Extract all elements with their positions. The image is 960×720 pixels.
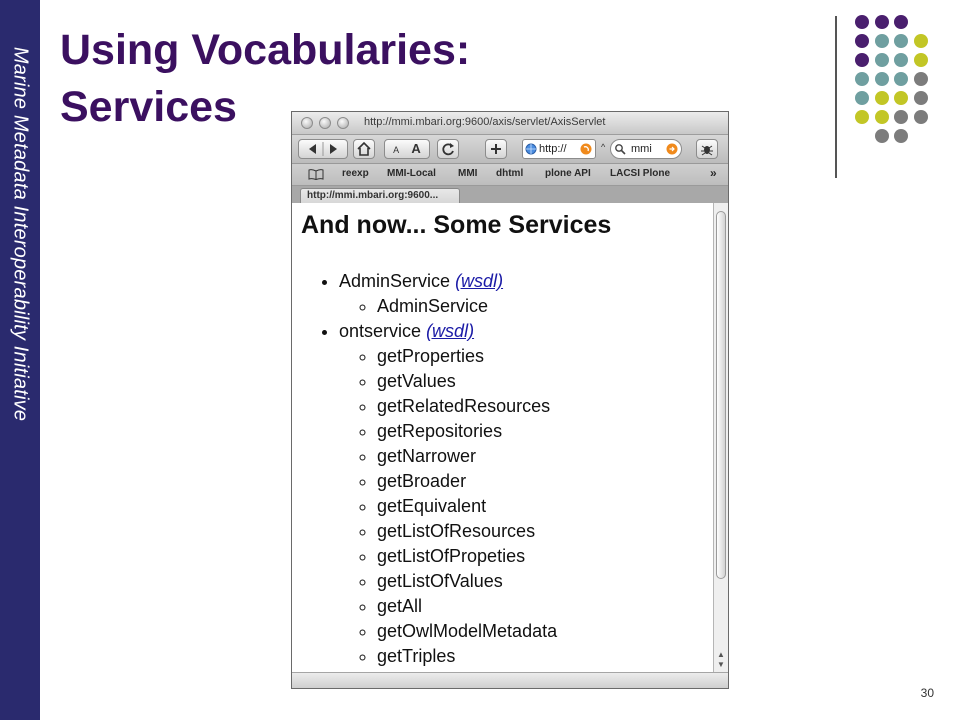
method-item: getListOfPropeties bbox=[377, 544, 557, 569]
decorative-dot bbox=[855, 91, 869, 105]
bookmark-plone-api[interactable]: plone API bbox=[545, 168, 591, 179]
service-name: AdminService bbox=[339, 271, 451, 291]
window-titlebar: http://mmi.mbari.org:9600/axis/servlet/A… bbox=[292, 112, 728, 135]
url-separator-icon: ^ bbox=[601, 142, 606, 152]
decorative-dot bbox=[874, 129, 889, 143]
zoom-window-button[interactable] bbox=[337, 117, 349, 129]
vertical-scroll-thumb[interactable] bbox=[716, 211, 726, 579]
decorative-dot bbox=[894, 129, 908, 143]
decorative-dot bbox=[855, 34, 869, 48]
decorative-dot bbox=[855, 72, 869, 86]
method-item: getListOfResources bbox=[377, 519, 557, 544]
close-window-button[interactable] bbox=[301, 117, 313, 129]
window-title: http://mmi.mbari.org:9600/axis/servlet/A… bbox=[364, 116, 606, 128]
decorative-dot bbox=[894, 53, 908, 67]
text-smaller-button[interactable]: A bbox=[393, 145, 399, 155]
method-item: getListOfValues bbox=[377, 569, 557, 594]
plus-icon bbox=[491, 144, 501, 154]
service-name: ontservice bbox=[339, 321, 422, 341]
method-item: getEquivalent bbox=[377, 494, 557, 519]
decorative-dot bbox=[894, 15, 908, 29]
decorative-dot bbox=[913, 72, 928, 86]
decorative-dot bbox=[874, 53, 889, 67]
text-larger-button[interactable]: A bbox=[411, 141, 420, 156]
decorative-dot bbox=[855, 53, 869, 67]
scroll-down-arrow-icon[interactable]: ▼ bbox=[717, 661, 725, 669]
decorative-dot bbox=[874, 34, 889, 48]
back-arrow-icon[interactable] bbox=[299, 140, 347, 158]
service-item: AdminService (wsdl)AdminService bbox=[339, 269, 557, 319]
horizontal-scrollbar[interactable] bbox=[292, 672, 728, 688]
wsdl-link[interactable]: (wsdl) bbox=[426, 321, 474, 341]
url-value: http:// bbox=[539, 143, 567, 155]
slide-title-line1: Using Vocabularies: bbox=[60, 26, 471, 74]
method-item: getTriples bbox=[377, 644, 557, 669]
decorative-dot bbox=[913, 34, 928, 48]
method-item: getRepositories bbox=[377, 419, 557, 444]
decorative-dot bbox=[913, 110, 928, 124]
text-size-buttons[interactable]: A A bbox=[384, 139, 430, 159]
url-input[interactable]: http:// bbox=[522, 139, 596, 159]
decorative-dot bbox=[874, 72, 889, 86]
method-item: getBroader bbox=[377, 469, 557, 494]
globe-icon bbox=[525, 143, 537, 155]
bookmark-dhtml[interactable]: dhtml bbox=[496, 168, 523, 179]
book-icon[interactable] bbox=[308, 168, 324, 180]
bookmarks-bar: reexp MMI-Local MMI dhtml plone API LACS… bbox=[292, 164, 728, 186]
browser-toolbar: A A http:// ^ mmi bbox=[292, 135, 728, 164]
method-list: getPropertiesgetValuesgetRelatedResource… bbox=[339, 344, 557, 669]
method-item: getProperties bbox=[377, 344, 557, 369]
method-item: getNarrower bbox=[377, 444, 557, 469]
decorative-dot bbox=[874, 15, 889, 29]
rss-icon[interactable] bbox=[580, 143, 592, 155]
reload-icon bbox=[442, 143, 454, 156]
decorative-dot bbox=[874, 110, 889, 124]
vertical-scrollbar[interactable]: ▲ ▼ bbox=[713, 203, 728, 673]
search-input[interactable]: mmi bbox=[610, 139, 682, 159]
bookmark-lacsi-plone[interactable]: LACSI Plone bbox=[610, 168, 670, 179]
home-icon bbox=[357, 141, 371, 156]
method-item: getOwlModelMetadata bbox=[377, 619, 557, 644]
decorative-dot bbox=[913, 53, 928, 67]
side-label-text: Marine Metadata Interoperability Initiat… bbox=[9, 46, 32, 422]
search-go-icon[interactable] bbox=[666, 143, 678, 155]
services-list: AdminService (wsdl)AdminServiceontservic… bbox=[292, 269, 557, 669]
bug-icon bbox=[701, 145, 713, 156]
browser-window: http://mmi.mbari.org:9600/axis/servlet/A… bbox=[291, 111, 729, 689]
method-item: getValues bbox=[377, 369, 557, 394]
decorative-dot bbox=[874, 91, 889, 105]
tab-active[interactable]: http://mmi.mbari.org:9600... bbox=[300, 188, 460, 204]
method-item: getRelatedResources bbox=[377, 394, 557, 419]
bug-report-button[interactable] bbox=[696, 139, 718, 159]
decorative-dot bbox=[894, 91, 908, 105]
decorative-dot bbox=[855, 15, 869, 29]
bookmark-reexp[interactable]: reexp bbox=[342, 168, 369, 179]
scroll-up-arrow-icon[interactable]: ▲ bbox=[717, 651, 725, 659]
service-item: ontservice (wsdl)getPropertiesgetValuesg… bbox=[339, 319, 557, 669]
back-forward-buttons[interactable] bbox=[298, 139, 348, 159]
bookmark-mmi-local[interactable]: MMI-Local bbox=[387, 168, 436, 179]
page-heading: And now... Some Services bbox=[301, 211, 612, 239]
search-icon bbox=[615, 144, 626, 155]
reload-button[interactable] bbox=[437, 139, 459, 159]
add-bookmark-button[interactable] bbox=[485, 139, 507, 159]
bookmarks-overflow-chevron-icon[interactable]: » bbox=[710, 166, 717, 180]
method-item: getAll bbox=[377, 594, 557, 619]
home-button[interactable] bbox=[353, 139, 375, 159]
minimize-window-button[interactable] bbox=[319, 117, 331, 129]
method-item: AdminService bbox=[377, 294, 557, 319]
page-content: And now... Some Services AdminService (w… bbox=[292, 203, 713, 673]
forward-arrow-icon bbox=[330, 144, 337, 154]
wsdl-link[interactable]: (wsdl) bbox=[455, 271, 503, 291]
decorative-dot bbox=[855, 110, 869, 124]
search-value: mmi bbox=[631, 143, 652, 155]
decorative-dot bbox=[894, 72, 908, 86]
decorative-dot bbox=[913, 91, 928, 105]
decorative-dot bbox=[894, 34, 908, 48]
decorative-dot bbox=[894, 110, 908, 124]
slide-number: 30 bbox=[920, 686, 934, 700]
divider-line bbox=[835, 16, 837, 178]
bookmark-mmi[interactable]: MMI bbox=[458, 168, 477, 179]
method-list: AdminService bbox=[339, 294, 557, 319]
